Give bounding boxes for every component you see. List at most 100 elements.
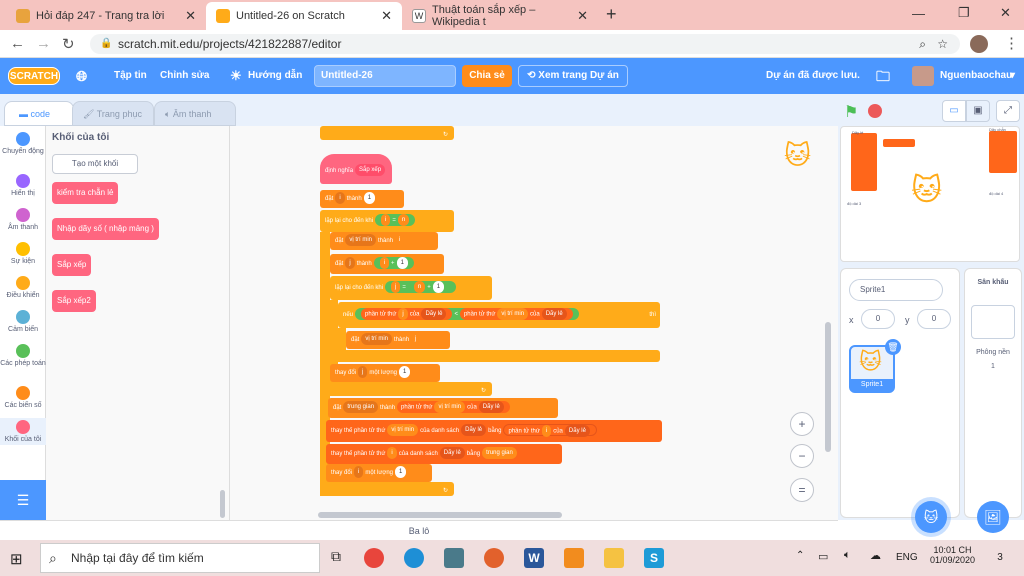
category-events[interactable]: Sự kiện [0,242,46,265]
add-sprite-icon[interactable]: 🐱︎ [915,501,947,533]
close-window-icon[interactable]: ✕ [1000,5,1011,21]
url-field[interactable]: 🔒 scratch.mit.edu/projects/421822887/edi… [90,34,960,54]
green-flag-icon[interactable]: ⚑ [844,102,858,122]
set-vitrimin-block[interactable]: đặt vị trí min thành i [330,232,438,250]
repeat-until-block[interactable]: lặp lại cho đến khi i = n [320,210,454,232]
var-dropdown[interactable]: vị trí min [361,333,393,346]
replace-item-block[interactable]: thay thế phần tử thứ vị trí min của danh s… [326,420,662,442]
tab-code[interactable]: ▬ code [4,101,74,126]
category-operators[interactable]: Các phép toán [0,344,46,367]
y-input[interactable]: 0 [917,309,951,329]
close-tab-icon[interactable]: ✕ [185,8,196,24]
delete-sprite-icon[interactable]: 🗑︎ [885,339,901,355]
set-j-block[interactable]: đặt j thành i +1 [330,254,444,274]
stage-canvas[interactable]: Dãy lẻ độ dài 3 🐱︎ Dãy chẵn độ dài 4 [840,126,1020,262]
my-stuff-folder-icon[interactable]: 🗀 [876,58,890,94]
menu-tutorials[interactable]: Hướng dẫn [248,58,302,94]
value-input[interactable]: 1 [396,257,408,270]
back-icon[interactable]: ← [10,35,25,52]
var-dropdown[interactable]: trung gian [343,401,379,414]
value-input[interactable]: 1 [399,366,411,379]
browser-tab-2[interactable]: Untitled-26 on Scratch ✕ [206,2,402,30]
chrome-icon[interactable] [364,548,384,568]
globe-icon[interactable]: 🌐︎ [76,58,87,94]
reload-icon[interactable]: ↻ [62,35,75,53]
palette-block[interactable]: Sắp xếp [52,254,92,276]
value-input[interactable]: 1 [363,192,376,205]
add-extension-icon[interactable]: ☰ [0,480,46,520]
taskbar-search-field[interactable]: ⌕ Nhập tại đây để tìm kiếm [40,543,320,573]
sprite-name-input[interactable]: Sprite1 [849,279,943,301]
task-view-icon[interactable]: ⧉ [326,548,346,568]
browser-tab-1[interactable]: Hỏi đáp 247 - Trang tra lời ✕ [6,2,206,30]
tab-costumes[interactable]: 🖌 Trang phục [72,101,154,126]
new-tab-button[interactable]: + [606,4,617,25]
replace-item-block-2[interactable]: thay thế phần tử thứ i của danh sách Dãy lẻ… [326,444,562,464]
project-title-input[interactable]: Untitled-26 [314,65,456,87]
list-dropdown[interactable]: Dãy lẻ [564,425,590,438]
zoom-reset-button[interactable]: = [790,478,814,502]
sublime-icon[interactable] [564,548,584,568]
clock[interactable]: 10:01 CH 01/09/2020 [930,545,975,565]
list-dropdown[interactable]: Dãy lẻ [439,447,465,460]
value-input[interactable]: 1 [395,466,407,479]
sprite-cat[interactable]: 🐱︎ [911,173,942,208]
palette-scrollbar[interactable] [220,490,225,518]
repeat-until-block-inner[interactable]: lặp lại cho đến khi j = n +1 [330,276,492,300]
var-dropdown[interactable]: j [345,257,355,270]
skype-icon[interactable]: S [644,548,664,568]
file-explorer-icon[interactable] [604,548,624,568]
windows-start-icon[interactable]: ⊞ [10,550,23,568]
var-dropdown[interactable]: vị trí min [345,234,377,247]
notifications-icon[interactable]: 3 [990,548,1010,568]
script-block-fragment[interactable]: ↻ [320,126,454,140]
code-workspace[interactable]: ↻ định nghĩa Sắp xếp đặt i thành 1 lặp lại c… [230,126,838,520]
category-sensing[interactable]: Cảm biến [0,310,46,333]
restore-icon[interactable]: ❐ [958,5,970,21]
category-looks[interactable]: Hiển thị [0,174,46,197]
profile-avatar[interactable] [970,35,988,53]
list-dropdown[interactable]: Dãy lẻ [421,308,447,321]
stage-thumbnail[interactable] [971,305,1015,339]
stop-icon[interactable] [868,104,882,118]
palette-block[interactable]: Nhập dãy số ( nhập mảng ) [52,218,159,240]
firefox-icon[interactable] [484,548,504,568]
x-input[interactable]: 0 [861,309,895,329]
category-motion[interactable]: Chuyển động [0,132,46,155]
list-dropdown[interactable]: Dãy lẻ [541,308,567,321]
var-dropdown[interactable]: j [358,366,368,379]
close-tab-icon[interactable]: ✕ [577,8,588,24]
zoom-in-button[interactable]: + [790,412,814,436]
minimize-icon[interactable]: — [912,6,925,21]
large-stage-icon[interactable]: ▣ [966,100,990,122]
sprite-thumbnail[interactable]: 🐱︎ Sprite1 🗑︎ [849,339,901,393]
edge-icon[interactable] [404,548,424,568]
account-chevron-down-icon[interactable]: ▾ [1010,58,1015,94]
scratch-logo[interactable]: SCRATCH [8,67,60,85]
make-block-button[interactable]: Tạo một khối [52,154,138,174]
language-indicator[interactable]: ENG [896,552,918,563]
workspace-vertical-scrollbar[interactable] [825,322,831,452]
zoom-search-icon[interactable]: ⌕ [919,34,926,54]
add-backdrop-icon[interactable]: 🖼︎ [977,501,1009,533]
user-avatar[interactable] [912,66,934,86]
word-icon[interactable]: W [524,548,544,568]
browser-tab-3[interactable]: W Thuật toán sắp xếp – Wikipedia t ✕ [402,2,598,30]
set-vitrimin-j-block[interactable]: đặt vị trí min thành j [346,331,450,349]
define-block[interactable]: định nghĩa Sắp xếp [320,154,392,184]
value-input[interactable]: 1 [432,281,445,294]
set-i-block[interactable]: đặt i thành 1 [320,190,404,208]
share-button[interactable]: Chia sẻ [462,65,512,87]
category-my-blocks[interactable]: Khối của tôi [0,418,46,445]
close-tab-icon[interactable]: ✕ [381,8,392,24]
forward-icon[interactable]: → [36,35,51,52]
set-trunggian-block[interactable]: đặt trung gian thành phần tử thứ vị trí min c… [328,398,558,418]
if-block[interactable]: nếu phần tử thứ j của Dãy lẻ < phần tử thứ vị t… [338,302,660,328]
bookmark-star-icon[interactable]: ☆ [937,34,948,54]
palette-block[interactable]: Sắp xếp2 [52,290,96,312]
volume-icon[interactable]: 🔈︎ [844,549,851,562]
see-project-button[interactable]: ⟲ Xem trang Dự án [518,65,628,87]
calculator-icon[interactable] [444,548,464,568]
tab-sounds[interactable]: 🔈︎ Âm thanh [154,101,236,126]
category-variables[interactable]: Các biến số [0,386,46,409]
